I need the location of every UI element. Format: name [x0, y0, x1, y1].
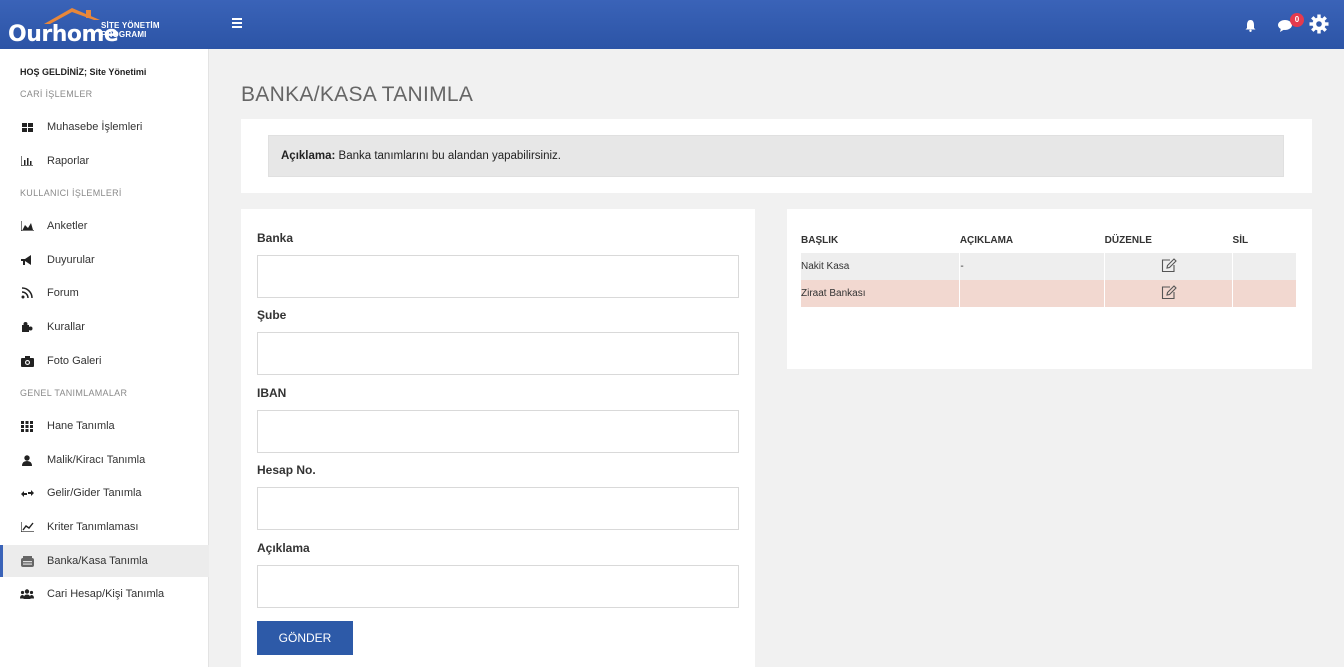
section-title-genel: GENEL TANIMLAMALAR — [20, 388, 128, 398]
cell-sil[interactable] — [1232, 253, 1297, 280]
sidebar-item-kriter[interactable]: Kriter Tanımlaması — [0, 511, 209, 543]
sidebar-item-muhasebe[interactable]: Muhasebe İşlemleri — [0, 111, 209, 143]
dashboard-icon — [20, 120, 34, 134]
info-label: Açıklama: — [281, 150, 336, 162]
cell-aciklama: - — [959, 253, 1106, 280]
sidebar-item-label: Banka/Kasa Tanımla — [47, 555, 148, 567]
sidebar-item-kurallar[interactable]: Kurallar — [0, 311, 209, 343]
hesap-no-input[interactable] — [257, 487, 739, 530]
sidebar-item-label: Hane Tanımla — [47, 420, 115, 432]
gear-icon[interactable] — [1309, 14, 1329, 34]
form-card: Banka Şube IBAN Hesap No. Açıklama GÖNDE… — [241, 209, 755, 667]
sidebar-item-foto-galeri[interactable]: Foto Galeri — [0, 345, 209, 377]
sidebar-item-label: Cari Hesap/Kişi Tanımla — [47, 588, 165, 600]
page-title: BANKA/KASA TANIMLA — [241, 83, 474, 106]
iban-input[interactable] — [257, 410, 739, 453]
sidebar-item-label: Duyurular — [47, 254, 95, 266]
sidebar: HOŞ GELDİNİZ; Site Yönetimi CARİ İŞLEMLE… — [0, 49, 209, 667]
submit-button[interactable]: GÖNDER — [257, 621, 353, 655]
cell-baslik: Nakit Kasa — [801, 253, 961, 280]
puzzle-icon — [20, 320, 34, 334]
cell-sil[interactable] — [1232, 280, 1297, 307]
welcome-text: HOŞ GELDİNİZ; Site Yönetimi — [20, 67, 147, 77]
banka-table: BAŞLIK AÇIKLAMA DÜZENLE SİL Nakit Kasa - — [801, 227, 1297, 307]
sidebar-item-label: Raporlar — [47, 155, 90, 167]
info-text: Banka tanımlarını bu alandan yapabilirsi… — [335, 150, 562, 162]
sidebar-item-anketler[interactable]: Anketler — [0, 210, 209, 242]
sidebar-item-banka-kasa[interactable]: Banka/Kasa Tanımla — [0, 545, 209, 577]
info-box: Açıklama: Banka tanımlarını bu alandan y… — [268, 135, 1284, 177]
sidebar-item-duyurular[interactable]: Duyurular — [0, 244, 209, 276]
sidebar-item-gelir-gider[interactable]: Gelir/Gider Tanımla — [0, 477, 209, 509]
cell-duzenle — [1104, 280, 1234, 307]
sidebar-item-label: Malik/Kiracı Tanımla — [47, 454, 146, 466]
sidebar-item-label: Forum — [47, 287, 79, 299]
area-chart-icon — [20, 219, 34, 233]
info-card: Açıklama: Banka tanımlarını bu alandan y… — [241, 119, 1312, 193]
table-header-row: BAŞLIK AÇIKLAMA DÜZENLE SİL — [801, 227, 1297, 253]
sidebar-item-label: Foto Galeri — [47, 355, 102, 367]
column-header-sil: SİL — [1232, 234, 1249, 246]
sidebar-item-forum[interactable]: Forum — [0, 277, 209, 309]
iban-label: IBAN — [257, 386, 287, 400]
column-header-baslik: BAŞLIK — [801, 234, 839, 246]
edit-icon[interactable] — [1161, 257, 1177, 273]
camera-icon — [20, 354, 34, 368]
aciklama-input[interactable] — [257, 565, 739, 608]
banka-input[interactable] — [257, 255, 739, 298]
grid-icon — [20, 419, 34, 433]
edit-icon[interactable] — [1161, 284, 1177, 300]
sidebar-item-label: Kriter Tanımlaması — [47, 521, 139, 533]
sube-input[interactable] — [257, 332, 739, 375]
users-icon — [20, 587, 34, 601]
logo[interactable]: Ourhome SİTE YÖNETİM PROGRAMI — [6, 4, 206, 47]
bank-icon — [20, 554, 34, 568]
sidebar-item-malik[interactable]: Malik/Kiracı Tanımla — [0, 444, 209, 476]
hesap-no-label: Hesap No. — [257, 463, 316, 477]
sidebar-item-label: Anketler — [47, 220, 88, 232]
cell-aciklama — [959, 280, 1106, 307]
menu-toggle-icon[interactable] — [232, 18, 244, 28]
section-title-cari: CARİ İŞLEMLER — [20, 89, 93, 99]
table-row: Nakit Kasa - — [801, 253, 1297, 280]
sidebar-item-hane[interactable]: Hane Tanımla — [0, 410, 209, 442]
bell-icon[interactable] — [1245, 20, 1256, 32]
aciklama-label: Açıklama — [257, 541, 310, 555]
sidebar-item-label: Muhasebe İşlemleri — [47, 121, 143, 133]
logo-subtitle: SİTE YÖNETİM PROGRAMI — [101, 21, 160, 39]
column-header-duzenle: DÜZENLE — [1104, 234, 1152, 246]
user-icon — [20, 453, 34, 467]
exchange-icon — [20, 486, 34, 500]
bar-chart-icon — [20, 154, 34, 168]
sidebar-item-cari-hesap[interactable]: Cari Hesap/Kişi Tanımla — [0, 578, 209, 610]
sube-label: Şube — [257, 308, 287, 322]
sidebar-item-label: Kurallar — [47, 321, 85, 333]
column-header-aciklama: AÇIKLAMA — [959, 234, 1014, 246]
feed-icon — [20, 286, 34, 300]
sidebar-item-label: Gelir/Gider Tanımla — [47, 487, 142, 499]
section-title-kullanici: KULLANICI İŞLEMLERİ — [20, 188, 122, 198]
table-row: Ziraat Bankası — [801, 280, 1297, 307]
banka-label: Banka — [257, 231, 294, 245]
cell-duzenle — [1104, 253, 1234, 280]
cell-baslik: Ziraat Bankası — [801, 280, 961, 307]
table-card: BAŞLIK AÇIKLAMA DÜZENLE SİL Nakit Kasa - — [787, 209, 1312, 369]
line-chart-icon — [20, 520, 34, 534]
notification-badge: 0 — [1290, 13, 1304, 27]
sidebar-item-raporlar[interactable]: Raporlar — [0, 145, 209, 177]
bullhorn-icon — [20, 253, 34, 267]
top-bar: Ourhome SİTE YÖNETİM PROGRAMI 0 — [0, 0, 1344, 49]
